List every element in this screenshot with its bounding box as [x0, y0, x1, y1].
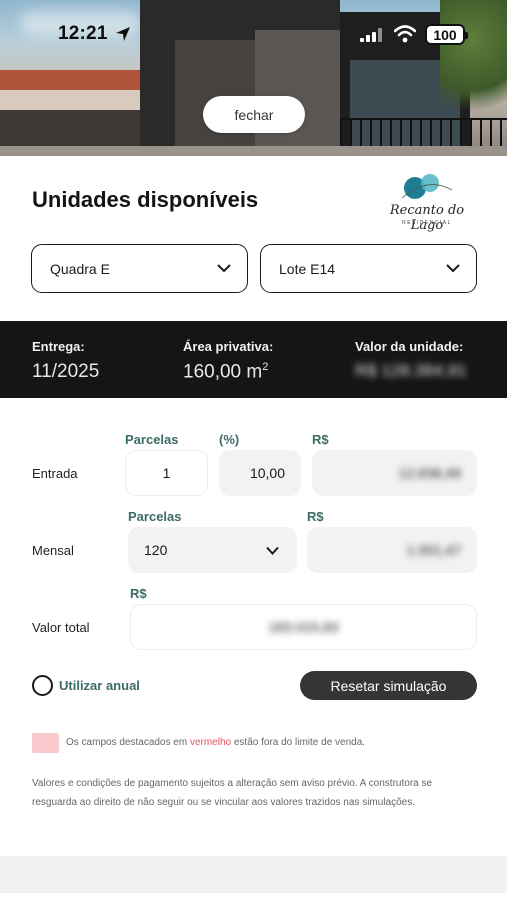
- total-rs-header: R$: [130, 586, 147, 601]
- close-button[interactable]: fechar: [203, 96, 305, 133]
- entrada-rs-header: R$: [312, 432, 329, 447]
- chevron-down-icon: [446, 264, 460, 273]
- cellular-signal-icon: [360, 28, 382, 42]
- limit-note-pre: Os campos destacados em: [66, 737, 190, 748]
- quadra-select-value: Quadra E: [50, 260, 110, 277]
- quadra-select[interactable]: Quadra E: [31, 244, 248, 293]
- anual-radio[interactable]: [32, 675, 53, 696]
- total-value-field: 183.015,83: [130, 604, 477, 650]
- unit-info-band: Entrega: 11/2025 Área privativa: 160,00 …: [0, 321, 507, 398]
- location-arrow-icon: [116, 27, 130, 41]
- chevron-down-icon: [266, 546, 279, 555]
- page-title: Unidades disponíveis: [32, 187, 259, 212]
- area-label: Área privativa:: [183, 339, 274, 354]
- mensal-parcelas-value: 120: [144, 542, 168, 558]
- entrada-percent-value: 10,00: [249, 465, 285, 481]
- hero-ground: [0, 146, 507, 156]
- status-time: 12:21: [58, 23, 108, 44]
- warning-swatch: [32, 733, 59, 753]
- total-label: Valor total: [32, 620, 90, 635]
- valor-label: Valor da unidade:: [355, 339, 464, 354]
- entrada-value: 12.838,49: [398, 465, 461, 481]
- entrada-parcelas-value: 1: [162, 465, 171, 481]
- mensal-rs-header: R$: [307, 509, 324, 524]
- entrada-value-field[interactable]: 12.838,49: [312, 450, 477, 496]
- entrega-label: Entrega:: [32, 339, 85, 354]
- logo-text: Recanto do Lago: [389, 203, 465, 233]
- reset-simulation-button[interactable]: Resetar simulação: [300, 671, 477, 700]
- wifi-icon: [394, 25, 416, 43]
- logo-subtext: RESIDENCIAL: [402, 220, 452, 226]
- total-value: 183.015,83: [268, 619, 339, 635]
- battery-level: 100: [433, 26, 457, 43]
- hero-portal-light: [255, 30, 345, 156]
- area-value-wrap: 160,00 m2: [183, 361, 268, 383]
- entrada-percent-input[interactable]: 10,00: [219, 450, 301, 496]
- anual-label[interactable]: Utilizar anual: [59, 678, 140, 693]
- mensal-parcelas-select[interactable]: 120: [128, 527, 297, 573]
- chevron-down-icon: [217, 264, 231, 273]
- mensal-parcelas-header: Parcelas: [128, 509, 182, 524]
- mensal-label: Mensal: [32, 543, 74, 558]
- disclaimer-text: Valores e condições de pagamento sujeito…: [32, 778, 433, 808]
- battery-icon: 100: [425, 24, 468, 45]
- entrada-parcelas-header: Parcelas: [125, 432, 179, 447]
- footer-bar: [0, 856, 507, 893]
- entrada-parcelas-input[interactable]: 1: [125, 450, 208, 496]
- entrada-percent-header: (%): [219, 432, 240, 447]
- area-value: 160,00 m: [183, 361, 263, 383]
- hero-trees: [440, 0, 507, 130]
- limit-note-post: estão fora do limite de venda.: [231, 737, 366, 748]
- entrada-label: Entrada: [32, 466, 78, 481]
- area-unit-sup: 2: [262, 361, 269, 373]
- limit-note-red: vermelho: [189, 737, 232, 748]
- lote-select[interactable]: Lote E14: [260, 244, 477, 293]
- mensal-value: 1.001,47: [406, 542, 462, 558]
- valor-value: R$ 128.384,91: [355, 361, 467, 380]
- limit-note: Os campos destacados em vermelho estão f…: [66, 737, 365, 748]
- mensal-value-field[interactable]: 1.001,47: [307, 527, 477, 573]
- entrega-value: 11/2025: [32, 361, 100, 382]
- lote-select-value: Lote E14: [279, 260, 336, 277]
